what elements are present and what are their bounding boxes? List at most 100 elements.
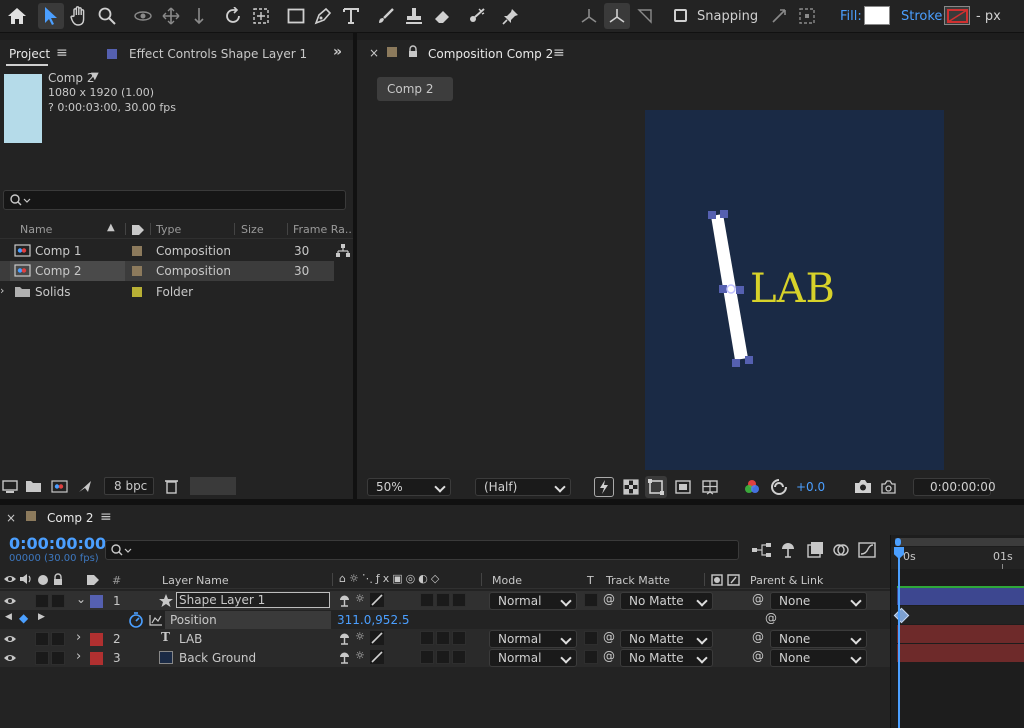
column-frame-rate[interactable]: Frame Ra... <box>293 223 355 236</box>
preserve-transparency-toggle[interactable] <box>584 593 598 607</box>
zoom-dropdown[interactable]: 50% <box>367 478 451 496</box>
solo-toggle[interactable] <box>35 632 49 646</box>
layer-bar-shape-layer-1[interactable] <box>897 586 1024 605</box>
tab-effect-controls[interactable]: Effect Controls Shape Layer 1 <box>129 47 307 61</box>
tab-menu-icon[interactable]: ≡ <box>553 45 565 61</box>
hand-tool-icon[interactable] <box>66 3 92 29</box>
shy-switch-icon[interactable] <box>338 632 351 645</box>
shy-switch-icon[interactable] <box>338 651 351 664</box>
lock-toggle[interactable] <box>51 651 65 665</box>
home-icon[interactable] <box>4 3 30 29</box>
add-keyframe-icon[interactable]: ◆ <box>19 611 28 625</box>
roto-brush-icon[interactable] <box>464 3 490 29</box>
tab-timeline[interactable]: Comp 2 <box>47 511 93 525</box>
video-eye-icon[interactable] <box>3 653 17 663</box>
expand-chevron-icon[interactable]: › <box>76 649 81 664</box>
audio-speaker-icon[interactable] <box>19 573 33 585</box>
lock-toggle[interactable] <box>51 594 65 608</box>
layer-row-back-ground[interactable]: › 3 Back Ground ☼ Normal @ No Matte @ No… <box>0 648 890 667</box>
layer-row-shape-layer-1[interactable]: ⌄ 1 Shape Layer 1 ☼ Normal @ No Matte @ … <box>0 591 890 610</box>
interpret-footage-icon[interactable] <box>2 480 18 493</box>
parent-dropdown[interactable]: None <box>770 649 867 667</box>
effect-switch[interactable] <box>420 650 434 664</box>
pick-whip-icon[interactable]: @ <box>752 630 764 644</box>
column-size[interactable]: Size <box>241 223 264 236</box>
column-layer-name[interactable]: Layer Name <box>162 574 229 587</box>
zoom-tool-icon[interactable] <box>94 3 120 29</box>
snapping-checkbox[interactable] <box>674 9 687 22</box>
rectangle-tool-icon[interactable] <box>283 3 309 29</box>
canvas-lab-text[interactable]: LAB <box>750 266 835 312</box>
close-tab-icon[interactable]: × <box>6 511 16 525</box>
exposure-value[interactable]: +0.0 <box>796 480 825 494</box>
tab-menu-icon[interactable]: ≡ <box>100 509 112 525</box>
project-item-label-color[interactable] <box>132 287 142 297</box>
show-snapshot-icon[interactable] <box>879 478 897 495</box>
shy-switch-icon[interactable] <box>338 594 351 607</box>
motion-blur-switch[interactable] <box>436 593 450 607</box>
work-area-start-handle[interactable] <box>895 538 901 546</box>
project-item-solids[interactable]: › Solids Folder <box>0 282 353 302</box>
layer-bar-back-ground[interactable] <box>897 644 1024 662</box>
work-area-bar[interactable] <box>895 538 1024 546</box>
time-ruler[interactable]: 0s 01s <box>891 547 1024 569</box>
frame-blending-icon[interactable] <box>832 541 850 559</box>
snapshot-camera-icon[interactable] <box>854 479 872 494</box>
video-eye-icon[interactable] <box>3 596 17 606</box>
snap-edge-icon[interactable] <box>766 3 792 29</box>
layer-name[interactable]: LAB <box>179 632 202 646</box>
column-track-matte[interactable]: Track Matte <box>606 574 670 587</box>
pan-behind-icon[interactable] <box>248 3 274 29</box>
trash-icon[interactable] <box>165 479 178 494</box>
quality-switch[interactable] <box>370 593 384 607</box>
comp-breadcrumb[interactable]: Comp 2 <box>377 77 453 101</box>
bpc-button[interactable]: 8 bpc <box>104 477 154 495</box>
layer-bar-lab[interactable] <box>897 625 1024 643</box>
render-queue-icon[interactable] <box>77 479 93 494</box>
mask-path-icon[interactable] <box>645 476 667 498</box>
project-item-label-color[interactable] <box>132 246 142 256</box>
close-tab-icon[interactable]: × <box>369 46 379 60</box>
matte-link-icon[interactable]: @ <box>603 592 615 606</box>
matte-link-icon[interactable]: @ <box>603 630 615 644</box>
flowchart-icon[interactable] <box>336 244 350 258</box>
type-tool-icon[interactable] <box>338 3 364 29</box>
orbit-camera-icon[interactable] <box>130 3 156 29</box>
next-keyframe-icon[interactable]: ▶ <box>38 612 45 622</box>
track-matte-dropdown[interactable]: No Matte <box>620 649 713 667</box>
layer-mode-dropdown[interactable]: Normal <box>489 630 577 648</box>
resolution-dropdown[interactable]: (Half) <box>475 478 571 496</box>
track-matte-dropdown[interactable]: No Matte <box>620 630 713 648</box>
layer-mode-dropdown[interactable]: Normal <box>489 592 577 610</box>
lock-toggle[interactable] <box>51 632 65 646</box>
brush-tool-icon[interactable] <box>373 3 399 29</box>
timeline-search-input[interactable] <box>105 540 739 560</box>
fast-previews-icon[interactable] <box>594 477 614 497</box>
tab-composition[interactable]: Composition Comp 2 <box>428 47 553 61</box>
pen-tool-icon[interactable] <box>310 3 336 29</box>
project-item-comp-2[interactable]: Comp 2 Composition 30 <box>0 261 334 281</box>
parent-dropdown[interactable]: None <box>770 592 867 610</box>
fill-swatch[interactable] <box>864 6 890 25</box>
new-folder-icon[interactable] <box>25 480 42 493</box>
graph-icon[interactable] <box>149 614 163 626</box>
world-axis-icon[interactable] <box>604 3 630 29</box>
quality-switch[interactable] <box>370 631 384 645</box>
preserve-transparency-toggle[interactable] <box>584 650 598 664</box>
rotate-tool-icon[interactable] <box>220 3 246 29</box>
comp-canvas[interactable]: LAB <box>645 110 944 470</box>
hide-shy-layers-icon[interactable] <box>806 541 824 559</box>
snap-grid-icon[interactable] <box>794 3 820 29</box>
layer-name[interactable]: Back Ground <box>179 651 256 665</box>
expand-panels-icon[interactable]: » <box>333 44 342 60</box>
adjustment-switch[interactable] <box>452 593 466 607</box>
viewer-area[interactable]: LAB <box>357 110 1024 470</box>
lock-column-icon[interactable] <box>53 573 63 586</box>
clone-stamp-icon[interactable] <box>401 3 427 29</box>
graph-editor-icon[interactable] <box>858 541 876 559</box>
effect-switch[interactable] <box>420 593 434 607</box>
tab-project-menu-icon[interactable]: ≡ <box>56 45 68 61</box>
column-mode[interactable]: Mode <box>492 574 522 587</box>
adjustment-switch[interactable] <box>452 631 466 645</box>
motion-blur-switch[interactable] <box>436 631 450 645</box>
